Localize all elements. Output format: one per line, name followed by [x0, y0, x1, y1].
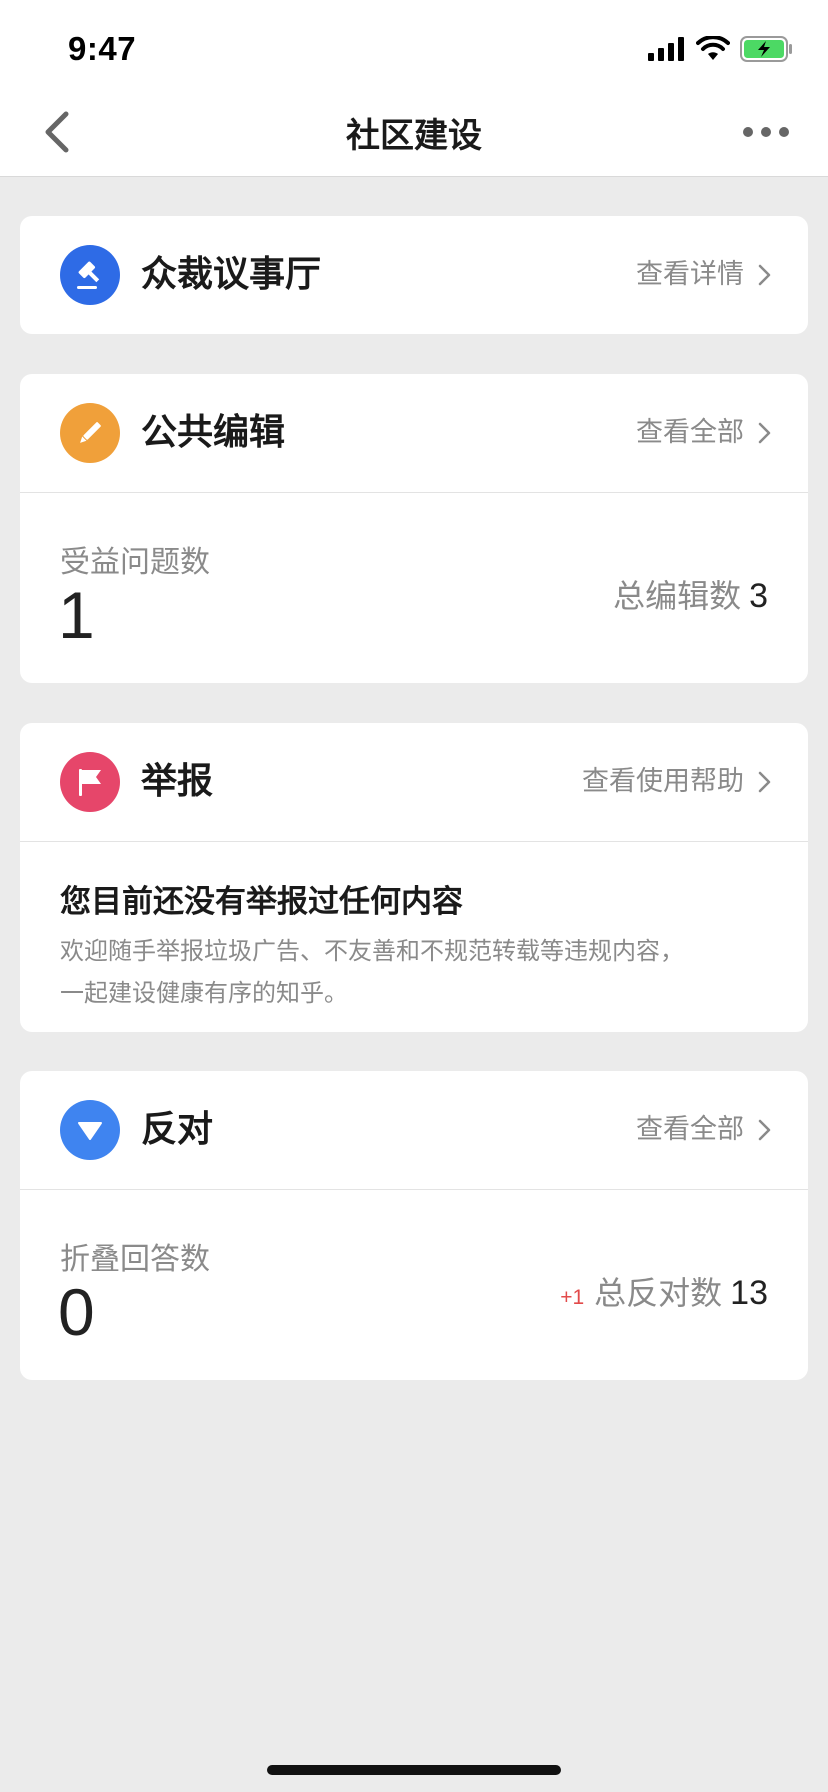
report-empty-description: 欢迎随手举报垃圾广告、不友善和不规范转载等违规内容， 一起建设健康有序的知乎。	[60, 930, 760, 1014]
report-empty-state: 您目前还没有举报过任何内容 欢迎随手举报垃圾广告、不友善和不规范转载等违规内容，…	[20, 842, 808, 1032]
folded-answers-value: 0	[58, 1275, 95, 1349]
chevron-right-icon	[758, 422, 771, 444]
total-edits: 总编辑数 3	[613, 571, 768, 617]
pencil-icon	[60, 403, 120, 463]
oppose-title: 反对	[141, 1109, 214, 1150]
more-icon[interactable]	[742, 120, 790, 144]
total-edits-label: 总编辑数	[613, 577, 742, 615]
oppose-stats: 折叠回答数 0 +1 总反对数 13	[20, 1190, 808, 1380]
chevron-right-icon	[758, 1119, 771, 1141]
edit-title: 公共编辑	[141, 412, 286, 453]
triangle-down-icon	[60, 1100, 120, 1160]
total-opposes-value: 13	[730, 1274, 768, 1312]
oppose-card-header[interactable]: 反对 查看全部	[20, 1071, 808, 1189]
total-edits-value: 3	[749, 577, 768, 615]
report-link-label: 查看使用帮助	[582, 766, 744, 797]
top-bar: 9:47 社区建设	[0, 0, 828, 177]
benefit-questions-label: 受益问题数	[60, 545, 210, 580]
page-title: 社区建设	[346, 116, 482, 156]
report-empty-title: 您目前还没有举报过任何内容	[60, 884, 463, 920]
wifi-icon	[696, 36, 730, 60]
status-time: 9:47	[68, 30, 137, 67]
edit-view-all-link[interactable]: 查看全部	[636, 414, 772, 452]
report-card: 举报 查看使用帮助 您目前还没有举报过任何内容 欢迎随手举报垃圾广告、不友善和不…	[20, 723, 808, 1032]
edit-stats: 受益问题数 1 总编辑数 3	[20, 493, 808, 683]
gavel-icon	[60, 245, 120, 305]
chevron-right-icon	[758, 771, 771, 793]
oppose-link-label: 查看全部	[636, 1114, 744, 1145]
jury-link-label: 查看详情	[636, 259, 744, 290]
report-help-link[interactable]: 查看使用帮助	[582, 763, 772, 801]
report-desc-line-2: 一起建设健康有序的知乎。	[60, 979, 348, 1007]
chevron-right-icon	[758, 264, 771, 286]
flag-icon	[60, 752, 120, 812]
status-icons	[648, 34, 794, 64]
edit-card-header[interactable]: 公共编辑 查看全部	[20, 374, 808, 492]
benefit-questions-value: 1	[58, 578, 95, 652]
folded-answers-label: 折叠回答数	[60, 1242, 210, 1277]
edit-link-label: 查看全部	[636, 417, 744, 448]
oppose-delta-badge: +1	[560, 1286, 585, 1309]
oppose-view-all-link[interactable]: 查看全部	[636, 1111, 772, 1149]
report-card-header[interactable]: 举报 查看使用帮助	[20, 723, 808, 841]
home-indicator	[267, 1765, 561, 1775]
jury-title: 众裁议事厅	[141, 254, 322, 295]
signal-icon	[648, 37, 684, 61]
jury-card-header[interactable]: 众裁议事厅 查看详情	[20, 216, 808, 334]
report-desc-line-1: 欢迎随手举报垃圾广告、不友善和不规范转载等违规内容，	[60, 937, 684, 965]
jury-detail-link[interactable]: 查看详情	[636, 256, 772, 294]
report-title: 举报	[141, 761, 214, 802]
public-edit-card: 公共编辑 查看全部 受益问题数 1 总编辑数 3	[20, 374, 808, 683]
total-opposes-label: 总反对数	[594, 1274, 723, 1312]
jury-card[interactable]: 众裁议事厅 查看详情	[20, 216, 808, 334]
total-opposes: +1 总反对数 13	[560, 1268, 768, 1314]
battery-charging-icon	[740, 36, 792, 62]
oppose-card: 反对 查看全部 折叠回答数 0 +1 总反对数 13	[20, 1071, 808, 1380]
